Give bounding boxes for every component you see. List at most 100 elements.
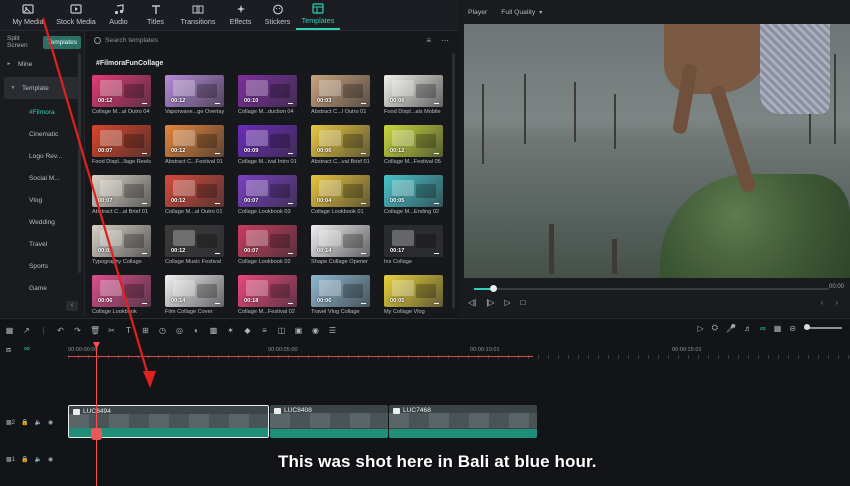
sidebar-item-sports[interactable]: Sports [0, 255, 84, 277]
template-card[interactable]: 00:06 Travel Vlog Collage [311, 275, 371, 315]
timeline-clip[interactable]: LUC7468 [389, 405, 537, 438]
sidebar-item-social-media[interactable]: Social M... [0, 167, 84, 189]
template-card[interactable]: 00:18 Collage M...Festival 02 [238, 275, 298, 315]
sidebar-item-template[interactable]: ▼ Template [4, 77, 78, 99]
redo-icon[interactable]: ↷ [73, 326, 82, 335]
download-icon[interactable] [288, 198, 293, 204]
template-card[interactable]: 00:06 Collage Lookbook [92, 275, 152, 315]
template-card[interactable]: 00:12 Abstract C...Festival 01 [165, 125, 225, 165]
mask-icon[interactable]: ◐ [192, 326, 201, 335]
select-arrow-icon[interactable]: ↗ [22, 326, 31, 335]
template-card[interactable]: 00:07 Collage Lookbook 03 [238, 175, 298, 215]
tab-stickers[interactable]: Stickers [259, 0, 296, 30]
text-tool-icon[interactable]: T [124, 326, 133, 335]
download-icon[interactable] [434, 248, 439, 254]
adjust-icon[interactable]: ≡ [260, 326, 269, 335]
download-icon[interactable] [361, 248, 366, 254]
download-icon[interactable] [434, 148, 439, 154]
download-icon[interactable] [361, 98, 366, 104]
tab-titles[interactable]: Titles [137, 0, 174, 30]
snapshot-icon[interactable]: ◉ [311, 326, 320, 335]
download-icon[interactable] [288, 148, 293, 154]
undo-icon[interactable]: ↶ [56, 326, 65, 335]
tab-templates[interactable]: Templates [296, 0, 340, 30]
tab-stock-media[interactable]: Stock Media [52, 0, 100, 30]
collapse-sidebar-icon[interactable]: ‹ [66, 301, 78, 311]
zoom-slider[interactable] [804, 324, 842, 330]
tab-my-media[interactable]: My Media [4, 0, 52, 30]
template-card[interactable]: 00:14 Film Collage Cover [165, 275, 225, 315]
sidebar-item-filmora[interactable]: #Filmora [0, 101, 84, 123]
template-card[interactable]: 00:07 Abstract C...al Brief 01 [92, 175, 152, 215]
tab-effects[interactable]: Effects [222, 0, 259, 30]
template-card[interactable]: 00:17 Ins Collage [384, 225, 444, 265]
color-icon[interactable]: ◎ [175, 326, 184, 335]
shield-icon[interactable]: ⛭ [712, 323, 718, 333]
next-frame-icon[interactable]: |▷ [486, 298, 494, 307]
timeline-clip[interactable]: LUC8408 [270, 405, 388, 438]
play-icon[interactable]: ▷ [504, 298, 510, 307]
template-card[interactable]: 00:12 Collage M...Festival 05 [384, 125, 444, 165]
sidebar-item-travel[interactable]: Travel [0, 233, 84, 255]
video-preview[interactable] [464, 24, 850, 278]
stop-icon[interactable]: □ [521, 298, 526, 307]
fit-icon[interactable]: ▦ [774, 324, 782, 333]
timeline-ruler[interactable]: 00:00:00:00 00:00:05:00 00:00:10:01 00:0… [0, 341, 850, 361]
download-icon[interactable] [142, 298, 147, 304]
stabilize-icon[interactable]: ▩ [209, 326, 218, 335]
eye-icon[interactable]: ◉ [48, 419, 53, 426]
ai-icon[interactable]: ✶ [226, 326, 235, 335]
sidebar-scrollbar[interactable] [78, 53, 81, 273]
download-icon[interactable] [434, 298, 439, 304]
playhead[interactable] [96, 342, 97, 486]
sidebar-item-logo-reveal[interactable]: Logo Rev... [0, 145, 84, 167]
microphone-icon[interactable]: 🎤 [726, 324, 736, 333]
download-icon[interactable] [361, 298, 366, 304]
download-icon[interactable] [215, 248, 220, 254]
template-card[interactable]: 00:12 Collage M...al Outro 01 [165, 175, 225, 215]
delete-icon[interactable]: 🗑 [90, 326, 100, 335]
template-card[interactable]: 00:03 Abstract C...l Outro 01 [311, 75, 371, 115]
download-icon[interactable] [361, 198, 366, 204]
sidebar-item-game[interactable]: Game [0, 277, 84, 299]
chevron-right-icon[interactable]: › [835, 298, 838, 307]
audio-mix-icon[interactable]: ♬ [744, 324, 752, 333]
template-card[interactable]: 00:09 Collage M...ival Intro 01 [238, 125, 298, 165]
gallery-scrollbar[interactable] [452, 53, 455, 308]
templates-toggle[interactable]: Templates [43, 35, 81, 49]
playhead-handle[interactable] [91, 428, 102, 440]
eye-icon[interactable]: ◉ [48, 456, 53, 463]
template-card[interactable]: 00:07 Collage Lookbook 02 [238, 225, 298, 265]
download-icon[interactable] [142, 248, 147, 254]
snap-icon[interactable]: ∞ [760, 324, 766, 333]
more-options-icon[interactable]: ⋯ [441, 36, 449, 45]
split-scissors-icon[interactable]: ✂ [107, 326, 116, 335]
render-icon[interactable]: ▷ [698, 324, 704, 333]
speaker-icon[interactable]: 🔈 [35, 419, 42, 426]
template-card[interactable]: 00:12 Collage M...al Outro 04 [92, 75, 152, 115]
filter-icon[interactable]: ≡ [426, 36, 431, 45]
download-icon[interactable] [215, 298, 220, 304]
sidebar-item-mine[interactable]: ► Mine [0, 53, 84, 75]
template-card[interactable]: 00:12 Vaporwave...ge Overlay [165, 75, 225, 115]
template-card[interactable]: 00:04 Collage Lookbook 01 [311, 175, 371, 215]
speaker-icon[interactable]: 🔈 [35, 456, 42, 463]
download-icon[interactable] [215, 198, 220, 204]
download-icon[interactable] [142, 198, 147, 204]
download-icon[interactable] [288, 248, 293, 254]
layout-grid-icon[interactable]: ▦ [5, 326, 14, 335]
lock-icon[interactable]: 🔒 [21, 419, 28, 426]
download-icon[interactable] [434, 98, 439, 104]
keyframe-icon[interactable]: ◆ [243, 326, 252, 335]
quality-dropdown[interactable]: Full Quality [501, 9, 542, 16]
download-icon[interactable] [361, 148, 366, 154]
template-card[interactable]: 00:05 My Collage Vlog [384, 275, 444, 315]
download-icon[interactable] [215, 98, 220, 104]
template-card[interactable]: 00:05 Collage M...Ending 02 [384, 175, 444, 215]
split-screen-toggle[interactable]: Split Screen [3, 32, 41, 52]
download-icon[interactable] [288, 298, 293, 304]
chevron-left-icon[interactable]: ‹ [821, 298, 824, 307]
sidebar-item-wedding[interactable]: Wedding [0, 211, 84, 233]
seek-handle[interactable] [490, 285, 497, 292]
download-icon[interactable] [288, 98, 293, 104]
